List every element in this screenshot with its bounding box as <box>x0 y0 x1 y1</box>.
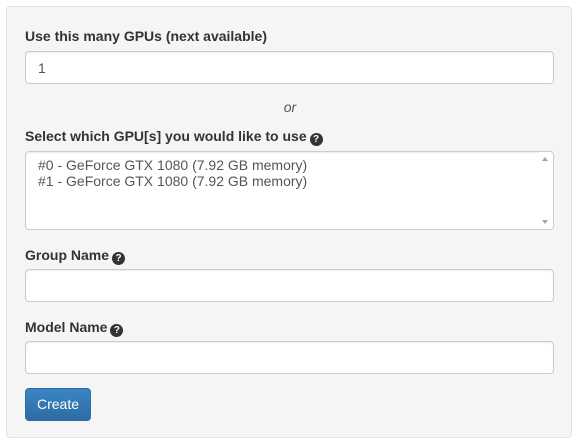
group-name-label-text: Group Name <box>25 247 110 263</box>
help-icon[interactable]: ? <box>110 324 124 337</box>
help-icon[interactable]: ? <box>112 252 126 265</box>
gpu-select-label: Select which GPU[s] you would like to us… <box>25 127 323 146</box>
gpu-option-1[interactable]: #1 - GeForce GTX 1080 (7.92 GB memory) <box>38 173 307 189</box>
gpu-select-label-text: Select which GPU[s] you would like to us… <box>25 128 307 144</box>
group-name-label: Group Name? <box>25 246 126 265</box>
gpu-select-listbox[interactable]: #0 - GeForce GTX 1080 (7.92 GB memory) #… <box>25 151 554 230</box>
group-name-input[interactable] <box>25 269 554 302</box>
form-panel: Use this many GPUs (next available) or S… <box>6 6 572 438</box>
gpu-option-0[interactable]: #0 - GeForce GTX 1080 (7.92 GB memory) <box>38 157 307 173</box>
create-button[interactable]: Create <box>25 388 91 421</box>
or-separator: or <box>283 99 297 115</box>
gpu-count-label: Use this many GPUs (next available) <box>25 27 267 45</box>
model-name-label-text: Model Name <box>25 319 108 335</box>
help-icon[interactable]: ? <box>309 133 323 146</box>
model-name-input[interactable] <box>25 341 554 374</box>
gpu-count-input[interactable] <box>25 51 554 84</box>
scroll-up-arrow-icon[interactable] <box>542 157 548 161</box>
scroll-down-arrow-icon[interactable] <box>542 220 548 224</box>
listbox-scrollbar[interactable] <box>538 152 553 229</box>
gpu-count-label-text: Use this many GPUs (next available) <box>25 28 267 44</box>
model-name-label: Model Name? <box>25 318 124 337</box>
